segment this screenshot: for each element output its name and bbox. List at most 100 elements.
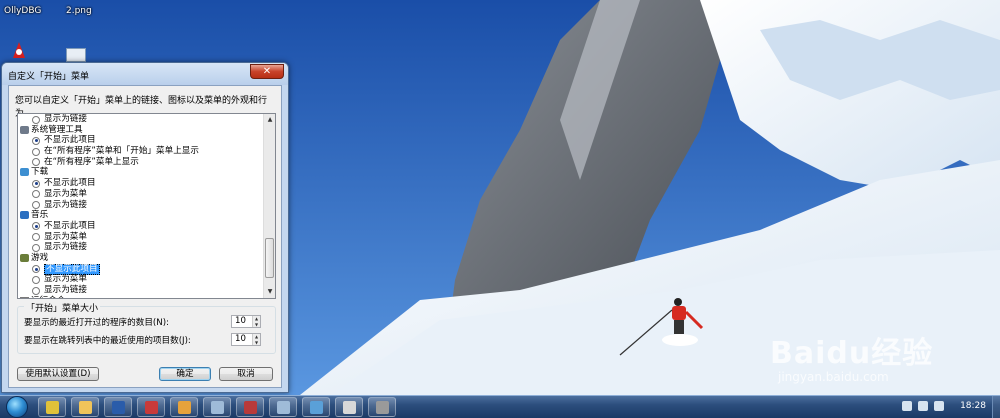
- options-list-rows: 显示为链接 系统管理工具 不显示此项目 在“所有程序”菜单和「开始」菜单上显示 在“所有…: [18, 114, 263, 298]
- size-group-legend: 「开始」菜单大小: [24, 301, 101, 314]
- list-checkbox-option[interactable]: ✓运行命令: [18, 296, 263, 298]
- list-item-label: 音乐: [31, 210, 49, 221]
- radio-unchecked-icon[interactable]: [32, 201, 40, 209]
- list-radio-option[interactable]: 不显示此项目: [18, 135, 263, 146]
- music-icon: [20, 211, 29, 220]
- show-desktop-button[interactable]: [992, 396, 1000, 418]
- taskbar-button[interactable]: [236, 397, 264, 417]
- taskbar-button[interactable]: [71, 397, 99, 417]
- list-radio-option[interactable]: 在“所有程序”菜单和「开始」菜单上显示: [18, 146, 263, 157]
- radio-checked-icon[interactable]: [32, 179, 40, 188]
- spin-down-icon[interactable]: ▼: [253, 322, 260, 328]
- taskbar-button[interactable]: [137, 397, 165, 417]
- taskbar-button[interactable]: [203, 397, 231, 417]
- list-item-label: 显示为链接: [44, 242, 87, 253]
- radio-unchecked-icon[interactable]: [32, 190, 40, 199]
- list-radio-option[interactable]: 不显示此项目: [18, 221, 263, 232]
- close-button[interactable]: ✕: [250, 64, 284, 79]
- list-radio-option[interactable]: 不显示此项目: [18, 178, 263, 189]
- list-radio-option[interactable]: 显示为菜单: [18, 189, 263, 200]
- app-icon: [145, 401, 158, 414]
- list-radio-option[interactable]: 不显示此项目: [18, 264, 263, 275]
- recent-programs-value[interactable]: 10: [235, 316, 246, 326]
- list-scrollbar[interactable]: ▲ ▼: [263, 114, 275, 298]
- dialog-titlebar[interactable]: 自定义「开始」菜单 ✕: [2, 63, 288, 85]
- tool-icon: [244, 401, 257, 414]
- app-icon: [376, 401, 389, 414]
- tray-volume-icon[interactable]: [918, 401, 928, 411]
- close-icon: ✕: [262, 66, 272, 77]
- list-radio-option[interactable]: 显示为链接: [18, 285, 263, 296]
- dialog-title: 自定义「开始」菜单: [8, 72, 90, 82]
- radio-unchecked-icon[interactable]: [32, 147, 40, 156]
- start-menu-options-list[interactable]: 显示为链接 系统管理工具 不显示此项目 在“所有程序”菜单和「开始」菜单上显示 在“所有…: [17, 113, 276, 299]
- taskbar-button[interactable]: [38, 397, 66, 417]
- explorer-icon: [79, 401, 92, 414]
- start-button[interactable]: [6, 396, 28, 418]
- list-radio-option[interactable]: 在“所有程序”菜单上显示: [18, 157, 263, 168]
- list-item-label: 不显示此项目: [44, 178, 96, 189]
- taskbar-button[interactable]: [170, 397, 198, 417]
- control-panel-icon: [310, 401, 323, 414]
- folder-icon: [178, 401, 191, 414]
- recent-programs-label: 要显示的最近打开过的程序的数目(N):: [24, 318, 169, 328]
- jumplist-items-spinner[interactable]: 10 ▲ ▼: [231, 333, 261, 346]
- list-item-label: 显示为菜单: [44, 274, 87, 285]
- image-file-icon[interactable]: [66, 48, 86, 62]
- ollydbg-icon[interactable]: [10, 40, 28, 60]
- cancel-button[interactable]: 取消: [219, 367, 273, 381]
- spinner-arrows[interactable]: ▲ ▼: [252, 316, 260, 327]
- checkbox-icon[interactable]: ✓: [20, 296, 29, 298]
- scroll-up-arrow-icon[interactable]: ▲: [264, 114, 275, 126]
- list-item-label: 系统管理工具: [31, 124, 83, 135]
- taskbar-button[interactable]: [302, 397, 330, 417]
- list-item-label: 在“所有程序”菜单和「开始」菜单上显示: [44, 146, 199, 157]
- radio-unchecked-icon[interactable]: [32, 243, 40, 252]
- radio-unchecked-icon[interactable]: [32, 233, 40, 242]
- taskbar-button[interactable]: [368, 397, 396, 417]
- list-radio-option[interactable]: 显示为菜单: [18, 232, 263, 243]
- watermark-brand: Baidu经验: [770, 336, 934, 371]
- use-default-settings-button[interactable]: 使用默认设置(D): [17, 367, 99, 381]
- radio-checked-icon[interactable]: [32, 222, 40, 231]
- taskbar-button[interactable]: [104, 397, 132, 417]
- list-item-label: 不显示此项目: [44, 135, 96, 146]
- customize-start-menu-dialog: 自定义「开始」菜单 ✕ 您可以自定义「开始」菜单上的链接、图标以及菜单的外观和行…: [1, 62, 289, 393]
- radio-checked-icon[interactable]: [32, 265, 40, 274]
- chrome-icon: [46, 401, 59, 414]
- radio-checked-icon[interactable]: [32, 136, 40, 145]
- list-category: 音乐: [18, 210, 263, 221]
- spin-down-icon[interactable]: ▼: [253, 340, 260, 346]
- window-icon: [277, 401, 290, 414]
- window-icon: [211, 401, 224, 414]
- list-item-label: 显示为链接: [44, 199, 87, 210]
- list-radio-option[interactable]: 显示为菜单: [18, 274, 263, 285]
- tray-action-center-icon[interactable]: [934, 401, 944, 411]
- tray-network-icon[interactable]: [902, 401, 912, 411]
- list-radio-option[interactable]: 显示为链接: [18, 200, 263, 211]
- radio-unchecked-icon[interactable]: [32, 158, 40, 167]
- radio-unchecked-icon[interactable]: [32, 115, 40, 124]
- scroll-down-arrow-icon[interactable]: ▼: [264, 286, 275, 298]
- spinner-arrows[interactable]: ▲ ▼: [252, 334, 260, 345]
- dialog-body: 您可以自定义「开始」菜单上的链接、图标以及菜单的外观和行为。 显示为链接系统管理…: [8, 85, 282, 388]
- taskbar-button[interactable]: [269, 397, 297, 417]
- scroll-thumb[interactable]: [265, 238, 274, 278]
- tray-clock[interactable]: 18:28: [960, 401, 986, 411]
- jumplist-items-value[interactable]: 10: [235, 334, 246, 344]
- admin-tools-icon: [20, 125, 29, 134]
- list-item-label: 不显示此项目: [44, 220, 96, 231]
- list-item-label: 显示为链接: [44, 285, 87, 295]
- list-item-label: 显示为链接: [44, 114, 87, 124]
- watermark-url: jingyan.baidu.com: [778, 370, 889, 384]
- list-radio-option[interactable]: 显示为链接: [18, 242, 263, 253]
- desktop-label-png[interactable]: 2.png: [66, 6, 92, 16]
- radio-unchecked-icon[interactable]: [32, 275, 40, 284]
- list-radio-option[interactable]: 显示为链接: [18, 114, 263, 125]
- recent-programs-spinner[interactable]: 10 ▲ ▼: [231, 315, 261, 328]
- radio-unchecked-icon[interactable]: [32, 286, 40, 295]
- ok-button[interactable]: 确定: [159, 367, 211, 381]
- list-item-label: 在“所有程序”菜单上显示: [44, 156, 139, 167]
- desktop-label-ollydbg[interactable]: OllyDBG: [4, 6, 41, 16]
- taskbar-button[interactable]: [335, 397, 363, 417]
